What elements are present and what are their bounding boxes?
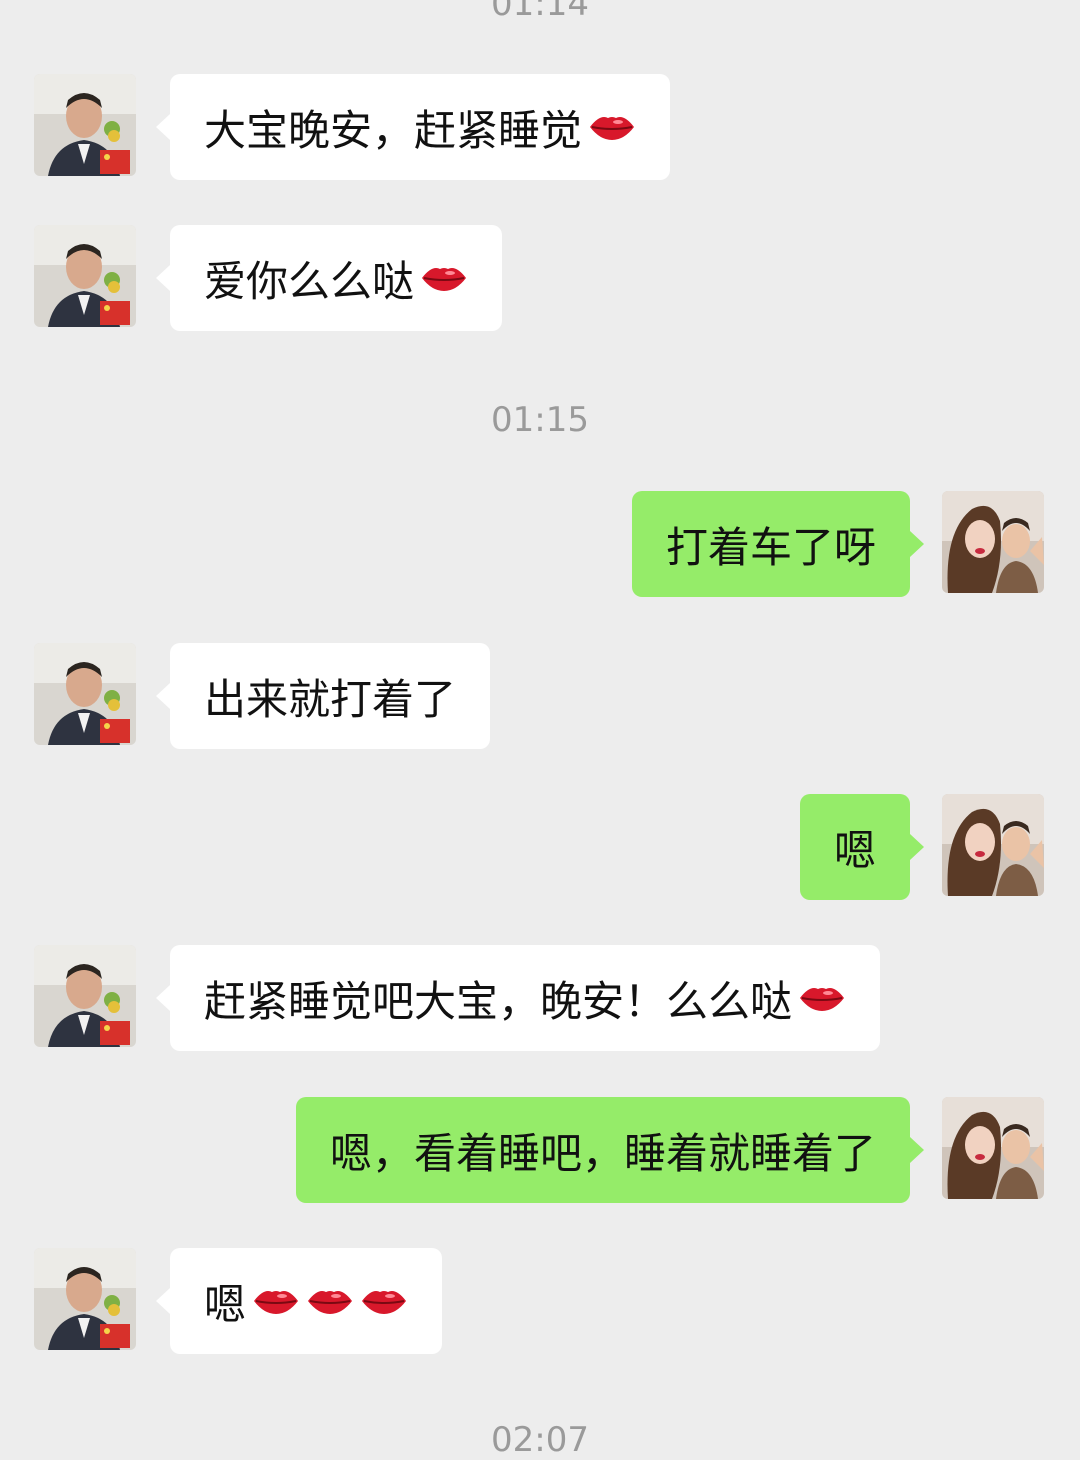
message-text: 嗯 xyxy=(833,825,876,875)
message-text: 嗯 xyxy=(204,1279,247,1329)
timestamp: 01:14 xyxy=(491,0,589,24)
chat-view[interactable]: 01:14 大宝晚安，赶紧睡觉 爱你么么哒 01:15 打着车了呀 出来就打着了… xyxy=(0,0,1080,1460)
contact-avatar[interactable] xyxy=(34,1248,136,1350)
message-row-incoming: 嗯 xyxy=(0,1248,1080,1356)
message-text: 大宝晚安，赶紧睡觉 xyxy=(204,105,583,155)
message-bubble[interactable]: 出来就打着了 xyxy=(155,643,491,749)
message-row-outgoing: 嗯 xyxy=(0,794,1080,902)
lips-icon xyxy=(254,1291,299,1314)
message-bubble[interactable]: 嗯 xyxy=(155,1248,443,1354)
message-text: 爱你么么哒 xyxy=(204,256,415,306)
message-row-incoming: 出来就打着了 xyxy=(0,643,1080,751)
timestamp: 01:15 xyxy=(491,400,589,440)
emoji-group xyxy=(582,112,636,142)
message-row-incoming: 赶紧睡觉吧大宝，晚安！么么哒 xyxy=(0,945,1080,1053)
message-text: 出来就打着了 xyxy=(204,674,457,724)
user-avatar[interactable] xyxy=(942,794,1044,896)
message-text: 嗯，看着睡吧，睡着就睡着了 xyxy=(329,1128,876,1178)
user-avatar[interactable] xyxy=(942,1097,1044,1199)
contact-avatar[interactable] xyxy=(34,945,136,1047)
contact-avatar[interactable] xyxy=(34,225,136,327)
user-avatar[interactable] xyxy=(942,491,1044,593)
message-text: 赶紧睡觉吧大宝，晚安！么么哒 xyxy=(204,976,793,1026)
emoji-group xyxy=(246,1286,408,1316)
message-text: 打着车了呀 xyxy=(665,522,876,572)
lips-icon xyxy=(422,268,467,291)
contact-avatar[interactable] xyxy=(34,74,136,176)
contact-avatar[interactable] xyxy=(34,643,136,745)
emoji-group xyxy=(792,983,846,1013)
timestamp: 02:07 xyxy=(491,1420,589,1460)
message-row-outgoing: 嗯，看着睡吧，睡着就睡着了 xyxy=(0,1097,1080,1205)
message-row-incoming: 大宝晚安，赶紧睡觉 xyxy=(0,74,1080,182)
message-bubble[interactable]: 嗯 xyxy=(799,794,925,900)
lips-icon xyxy=(590,117,635,140)
message-bubble[interactable]: 打着车了呀 xyxy=(631,491,925,597)
message-bubble[interactable]: 赶紧睡觉吧大宝，晚安！么么哒 xyxy=(155,945,881,1051)
message-row-outgoing: 打着车了呀 xyxy=(0,491,1080,599)
lips-icon xyxy=(308,1291,353,1314)
message-bubble[interactable]: 爱你么么哒 xyxy=(155,225,503,331)
lips-icon xyxy=(800,988,845,1011)
lips-icon xyxy=(362,1291,407,1314)
message-bubble[interactable]: 大宝晚安，赶紧睡觉 xyxy=(155,74,671,180)
emoji-group xyxy=(414,263,468,293)
message-row-incoming: 爱你么么哒 xyxy=(0,225,1080,333)
message-bubble[interactable]: 嗯，看着睡吧，睡着就睡着了 xyxy=(295,1097,925,1203)
